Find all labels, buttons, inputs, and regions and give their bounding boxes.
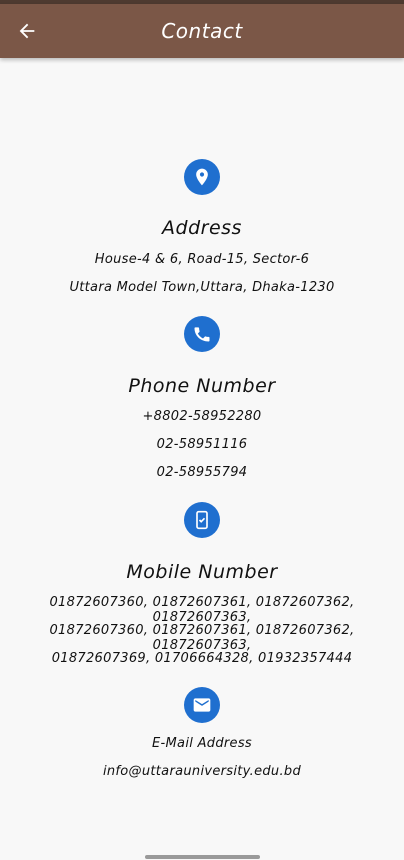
phone-icon — [194, 327, 210, 342]
phone-line-1: +8802-58952280 — [142, 409, 262, 424]
mobile-phone-icon — [196, 510, 208, 530]
page-title: Contact — [161, 19, 243, 43]
home-indicator[interactable] — [145, 855, 260, 859]
email-line-1[interactable]: info@uttarauniversity.edu.bd — [0, 764, 404, 779]
mobile-heading: Mobile Number — [126, 561, 278, 583]
location-pin-icon — [196, 168, 208, 186]
phone-line-3: 02-58955794 — [156, 465, 248, 480]
mobile-line-2: 01872607360, 01872607361, 01872607362, 0… — [49, 623, 355, 653]
phone-line-2: 02-58951116 — [156, 437, 248, 452]
email-icon-badge — [184, 687, 220, 723]
mobile-line-1: 01872607360, 01872607361, 01872607362, 0… — [49, 595, 355, 625]
email-heading: E-Mail Address — [152, 736, 252, 751]
phone-icon-badge — [184, 316, 220, 352]
phone-heading: Phone Number — [128, 375, 276, 397]
address-line-1: House-4 & 6, Road-15, Sector-6 — [94, 252, 310, 267]
app-bar: Contact — [0, 4, 404, 58]
address-heading: Address — [162, 217, 242, 239]
address-icon-badge — [184, 159, 220, 195]
mobile-icon-badge — [184, 502, 220, 538]
address-line-2: Uttara Model Town,Uttara, Dhaka-1230 — [69, 280, 335, 295]
mail-icon — [193, 698, 211, 712]
mobile-line-3: 01872607369, 01706664328, 01932357444 — [51, 651, 353, 666]
